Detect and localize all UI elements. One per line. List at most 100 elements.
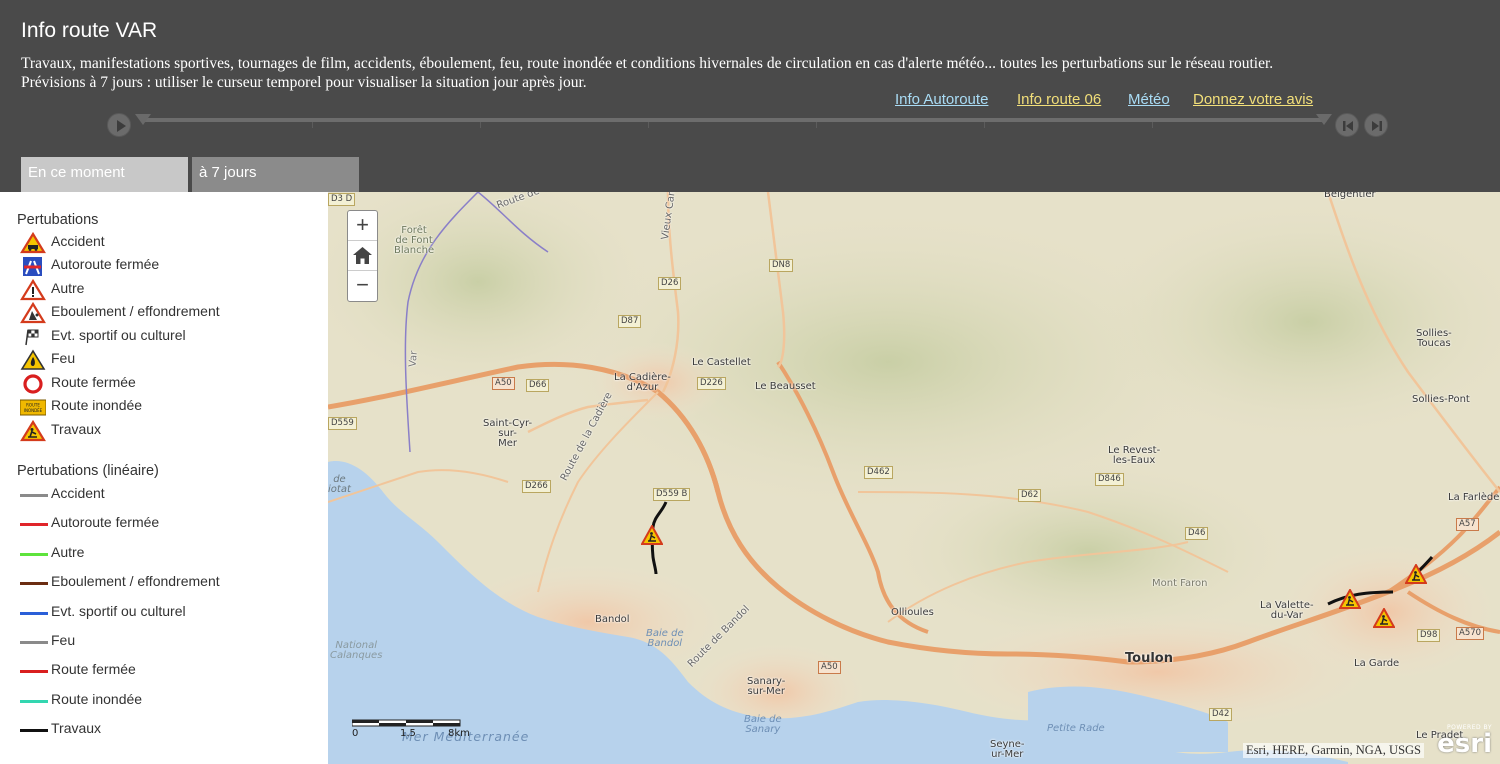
place-label: Forêt de Font Blanche bbox=[394, 225, 435, 256]
water-label: National Calanques bbox=[330, 640, 383, 661]
legend-item-autre: Autre bbox=[20, 279, 320, 301]
legend-label: Accident bbox=[51, 485, 105, 501]
app-header: Info route VAR Travaux, manifestations s… bbox=[0, 0, 1500, 192]
roadworks-icon[interactable] bbox=[1405, 564, 1427, 584]
time-slider-track[interactable] bbox=[143, 118, 1327, 122]
scale-label: 8km bbox=[448, 728, 470, 739]
road-shield: D462 bbox=[864, 466, 893, 479]
scale-bar: 0 1.5 8km bbox=[352, 719, 472, 741]
place-label: Saint-Cyr- sur- Mer bbox=[483, 418, 533, 449]
water-label: Baie de Bandol bbox=[646, 628, 684, 649]
legend-label: Route fermée bbox=[51, 661, 136, 677]
legend-item-autoroute-fermee: Autoroute fermée bbox=[20, 255, 320, 277]
water-label: Baie de Sanary bbox=[744, 714, 782, 735]
skip-back-icon bbox=[1343, 121, 1353, 131]
legend-line-autre: Autre bbox=[20, 543, 320, 565]
map-view[interactable]: Belgentier Forêt de Font Blanche Le Cast… bbox=[328, 192, 1500, 764]
esri-logo[interactable]: POWERED BY esri bbox=[1432, 724, 1492, 760]
legend-item-route-inondee: ROUTE INONDÉE Route inondée bbox=[20, 396, 320, 418]
line-swatch bbox=[20, 553, 48, 556]
flooded-road-icon: ROUTE INONDÉE bbox=[20, 399, 46, 416]
road-shield: D559 B bbox=[653, 488, 691, 501]
road-shield: D3 D bbox=[328, 193, 356, 206]
road-shield: D42 bbox=[1209, 708, 1233, 721]
highway-closed-icon bbox=[23, 257, 42, 276]
play-button[interactable] bbox=[107, 113, 131, 137]
roadworks-icon[interactable] bbox=[1339, 589, 1361, 609]
play-icon bbox=[117, 120, 126, 132]
time-slider bbox=[107, 110, 1392, 138]
road-shield: D226 bbox=[697, 377, 726, 390]
esri-brand-label: esri bbox=[1437, 729, 1492, 759]
road-shield: D26 bbox=[658, 277, 682, 290]
road-shield: D66 bbox=[526, 379, 550, 392]
line-swatch bbox=[20, 729, 48, 732]
legend-label: Eboulement / effondrement bbox=[51, 303, 220, 319]
scale-label: 0 bbox=[352, 728, 359, 739]
road-shield: D46 bbox=[1185, 527, 1209, 540]
link-meteo[interactable]: Météo bbox=[1128, 91, 1170, 108]
road-shield: D266 bbox=[522, 480, 551, 493]
legend-label: Travaux bbox=[51, 421, 102, 437]
link-info-autoroute[interactable]: Info Autoroute bbox=[895, 91, 988, 108]
place-label: Sanary- sur-Mer bbox=[747, 676, 786, 697]
time-slider-tick bbox=[1152, 122, 1153, 128]
link-donnez-votre-avis[interactable]: Donnez votre avis bbox=[1193, 91, 1313, 108]
legend-line-autoroute-fermee: Autoroute fermée bbox=[20, 513, 320, 535]
next-button[interactable] bbox=[1364, 113, 1388, 137]
legend-label: Travaux bbox=[51, 720, 102, 736]
legend-label: Evt. sportif ou culturel bbox=[51, 327, 186, 343]
legend-label: Feu bbox=[51, 350, 76, 366]
water-label: Petite Rade bbox=[1047, 723, 1105, 734]
place-label: Le Castellet bbox=[692, 357, 751, 368]
previous-button[interactable] bbox=[1335, 113, 1359, 137]
zoom-in-button[interactable]: + bbox=[348, 211, 377, 241]
home-button[interactable] bbox=[348, 241, 377, 271]
roadworks-icon[interactable] bbox=[641, 525, 663, 545]
legend-label: Eboulement / effondrement bbox=[51, 573, 220, 589]
legend-label: Autoroute fermée bbox=[51, 514, 160, 530]
water-label: de iotat bbox=[328, 474, 351, 495]
page-title: Info route VAR bbox=[21, 19, 158, 42]
link-info-route-06[interactable]: Info route 06 bbox=[1017, 91, 1101, 108]
road-shield: A50 bbox=[818, 661, 841, 674]
time-slider-end-handle[interactable] bbox=[1316, 114, 1332, 125]
road-shield: D98 bbox=[1417, 629, 1441, 642]
place-label: Le Revest- les-Eaux bbox=[1108, 445, 1161, 466]
tab-en-ce-moment[interactable]: En ce moment bbox=[21, 157, 188, 192]
zoom-control: + − bbox=[347, 210, 378, 302]
legend-label: Autoroute fermée bbox=[51, 256, 160, 272]
road-shield: DN8 bbox=[769, 259, 794, 272]
place-label: Belgentier bbox=[1324, 192, 1376, 200]
road-shield: D62 bbox=[1018, 489, 1042, 502]
zoom-out-button[interactable]: − bbox=[348, 271, 377, 301]
legend-label: Evt. sportif ou culturel bbox=[51, 603, 186, 619]
legend-line-evt-sportif: Evt. sportif ou culturel bbox=[20, 602, 320, 624]
warning-icon bbox=[20, 279, 46, 301]
svg-text:ROUTE: ROUTE bbox=[26, 403, 40, 408]
time-slider-tick bbox=[480, 122, 481, 128]
place-label: Ollioules bbox=[891, 607, 934, 618]
tab-a-7-jours[interactable]: à 7 jours bbox=[192, 157, 359, 192]
scale-label: 1.5 bbox=[400, 728, 416, 739]
legend-item-route-fermee: Route fermée bbox=[20, 373, 320, 395]
legend-line-feu: Feu bbox=[20, 631, 320, 653]
legend-line-route-inondee: Route inondée bbox=[20, 690, 320, 712]
legend-line-eboulement: Eboulement / effondrement bbox=[20, 572, 320, 594]
time-slider-tick bbox=[984, 122, 985, 128]
time-slider-start-handle[interactable] bbox=[135, 114, 151, 125]
time-slider-tick bbox=[312, 122, 313, 128]
race-flag-icon bbox=[25, 329, 39, 346]
skip-forward-icon bbox=[1372, 121, 1382, 131]
place-label: Le Beausset bbox=[755, 381, 816, 392]
legend-label: Route inondée bbox=[51, 691, 143, 707]
time-slider-tick bbox=[648, 122, 649, 128]
legend-item-evt-sportif: Evt. sportif ou culturel bbox=[20, 326, 320, 348]
place-label: La Farlède bbox=[1448, 492, 1500, 503]
legend-label: Feu bbox=[51, 632, 76, 648]
roadworks-icon[interactable] bbox=[1373, 608, 1395, 628]
place-label: Seyne- ur-Mer bbox=[990, 739, 1025, 760]
legend-item-accident: Accident bbox=[20, 232, 320, 254]
home-icon bbox=[353, 247, 372, 264]
roadworks-icon bbox=[20, 420, 46, 442]
